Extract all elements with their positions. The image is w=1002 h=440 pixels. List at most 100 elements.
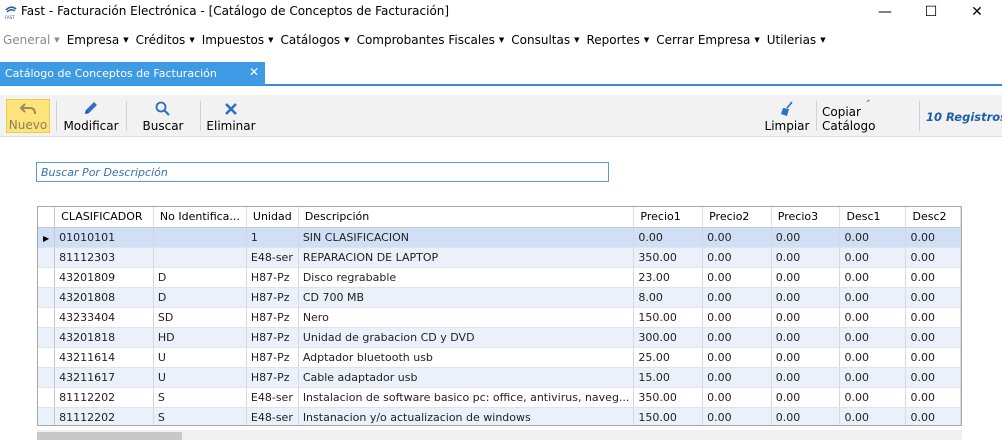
table-row[interactable]: ▶ 01010101 1 SIN CLASIFICACION 0.00 0.00 0.00 0…	[38, 227, 961, 248]
table-cell[interactable]: 43201809	[54, 267, 154, 288]
table-cell[interactable]: SD	[153, 307, 247, 328]
table-cell[interactable]: 0.00	[771, 287, 841, 308]
table-cell[interactable]: Disco regrabable	[298, 267, 635, 288]
column-header[interactable]: No Identifica...	[153, 207, 247, 228]
table-cell[interactable]: 43201808	[54, 287, 154, 308]
table-cell[interactable]: Instanacion y/o actualizacion de windows	[298, 407, 635, 425]
table-cell[interactable]: 0.00	[771, 407, 841, 425]
table-cell[interactable]: 0.00	[702, 367, 772, 388]
scrollbar-thumb[interactable]	[37, 432, 182, 440]
close-window-button[interactable]: ✕	[954, 0, 1000, 24]
table-cell[interactable]: 0.00	[771, 247, 841, 268]
table-cell[interactable]: H87-Pz	[246, 267, 299, 288]
table-cell[interactable]: H87-Pz	[246, 327, 299, 348]
row-indicator[interactable]	[38, 247, 56, 268]
menu-empresa[interactable]: Empresa ▼	[67, 33, 135, 47]
table-cell[interactable]: 300.00	[633, 327, 704, 348]
table-cell[interactable]: 0.00	[702, 307, 772, 328]
table-cell[interactable]: 81112202	[54, 387, 154, 408]
menu-catálogos[interactable]: Catálogos ▼	[280, 33, 355, 47]
table-cell[interactable]: 0.00	[771, 227, 841, 248]
table-cell[interactable]: SIN CLASIFICACION	[298, 227, 635, 248]
search-description-input[interactable]	[36, 162, 609, 182]
table-cell[interactable]: 0.00	[839, 307, 907, 328]
table-cell[interactable]: 0.00	[839, 327, 907, 348]
table-cell[interactable]: 23.00	[633, 267, 704, 288]
table-cell[interactable]: 15.00	[633, 367, 704, 388]
table-cell[interactable]: 0.00	[839, 227, 907, 248]
table-row[interactable]: 81112202 S E48-ser Instanacion y/o actualiz…	[38, 407, 961, 425]
table-cell[interactable]: 0.00	[771, 347, 841, 368]
table-cell[interactable]: 0.00	[839, 247, 907, 268]
row-indicator[interactable]	[38, 347, 56, 368]
table-cell[interactable]: 0.00	[905, 327, 961, 348]
table-row[interactable]: 43211614 U H87-Pz Adptador bluetooth usb 25.…	[38, 347, 961, 368]
table-cell[interactable]: 81112303	[54, 247, 154, 268]
table-cell[interactable]: 0.00	[771, 307, 841, 328]
table-cell[interactable]: 150.00	[633, 307, 704, 328]
table-cell[interactable]: 43201818	[54, 327, 154, 348]
table-cell[interactable]: Nero	[298, 307, 635, 328]
maximize-button[interactable]: ☐	[908, 0, 954, 24]
table-cell[interactable]: 43233404	[54, 307, 154, 328]
table-cell[interactable]: 0.00	[839, 367, 907, 388]
row-indicator[interactable]	[38, 267, 56, 288]
table-row[interactable]: 43201808 D H87-Pz CD 700 MB 8.00 0.00 0.00 0.00…	[38, 287, 961, 308]
column-header[interactable]: Precio3	[771, 207, 841, 228]
tab-catalogo-conceptos[interactable]: Catálogo de Conceptos de Facturación ✕	[0, 62, 265, 85]
table-row[interactable]: 43233404 SD H87-Pz Nero 150.00 0.00 0.00 0.00 0.…	[38, 307, 961, 328]
table-cell[interactable]: H87-Pz	[246, 347, 299, 368]
table-cell[interactable]: H87-Pz	[246, 307, 299, 328]
menu-utilerias[interactable]: Utilerias ▼	[767, 33, 832, 47]
row-indicator[interactable]	[38, 287, 56, 308]
limpiar-button[interactable]: Limpiar	[764, 99, 810, 133]
table-cell[interactable]: 43211617	[54, 367, 154, 388]
menu-comprobantes-fiscales[interactable]: Comprobantes Fiscales ▼	[357, 33, 511, 47]
table-cell[interactable]: Cable adaptador usb	[298, 367, 635, 388]
table-cell[interactable]: 0.00	[839, 267, 907, 288]
table-cell[interactable]: E48-ser	[246, 247, 299, 268]
column-header[interactable]: Unidad	[246, 207, 299, 228]
table-row[interactable]: 43201818 HD H87-Pz Unidad de grabacion CD y…	[38, 327, 961, 348]
table-cell[interactable]: 0.00	[702, 407, 772, 425]
table-cell[interactable]: D	[153, 267, 247, 288]
table-cell[interactable]: 81112202	[54, 407, 154, 425]
minimize-button[interactable]: —	[862, 0, 908, 24]
table-cell[interactable]: 0.00	[905, 307, 961, 328]
table-cell[interactable]: REPARACION DE LAPTOP	[298, 247, 635, 268]
row-indicator[interactable]	[38, 327, 56, 348]
table-cell[interactable]: U	[153, 367, 247, 388]
table-cell[interactable]: 0.00	[702, 227, 772, 248]
modificar-button[interactable]: Modificar	[63, 99, 119, 133]
nuevo-button[interactable]: Nuevo	[6, 99, 50, 133]
table-cell[interactable]: 0.00	[771, 267, 841, 288]
table-cell[interactable]: S	[153, 407, 247, 425]
table-cell[interactable]: 0.00	[771, 367, 841, 388]
row-indicator[interactable]	[38, 367, 56, 388]
menu-impuestos[interactable]: Impuestos ▼	[202, 33, 280, 47]
table-cell[interactable]: 0.00	[905, 227, 961, 248]
row-indicator[interactable]: ▶	[38, 227, 56, 248]
menu-consultas[interactable]: Consultas ▼	[511, 33, 585, 47]
table-cell[interactable]: Adptador bluetooth usb	[298, 347, 635, 368]
conceptos-grid[interactable]: CLASIFICADOR No Identifica... Unidad Descri…	[37, 206, 962, 426]
table-cell[interactable]: H87-Pz	[246, 367, 299, 388]
column-header[interactable]: Desc2	[905, 207, 961, 228]
table-cell[interactable]: 0.00	[905, 287, 961, 308]
table-cell[interactable]: D	[153, 287, 247, 308]
column-header[interactable]: Desc1	[839, 207, 907, 228]
tab-close-icon[interactable]: ✕	[249, 65, 259, 79]
copiar-catalogo-button[interactable]: Copiar Catálogo	[822, 99, 914, 133]
column-header[interactable]: Precio2	[702, 207, 772, 228]
menu-cerrar-empresa[interactable]: Cerrar Empresa ▼	[656, 33, 765, 47]
column-header[interactable]: CLASIFICADOR	[54, 207, 154, 228]
row-indicator[interactable]	[38, 387, 56, 408]
table-row[interactable]: 81112202 S E48-ser Instalacion de software …	[38, 387, 961, 408]
table-cell[interactable]: 43211614	[54, 347, 154, 368]
table-cell[interactable]: 0.00	[839, 287, 907, 308]
table-cell[interactable]: 0.00	[839, 387, 907, 408]
table-cell[interactable]: 0.00	[905, 387, 961, 408]
table-cell[interactable]: 0.00	[702, 247, 772, 268]
table-cell[interactable]: 0.00	[633, 227, 704, 248]
table-cell[interactable]: 0.00	[905, 347, 961, 368]
